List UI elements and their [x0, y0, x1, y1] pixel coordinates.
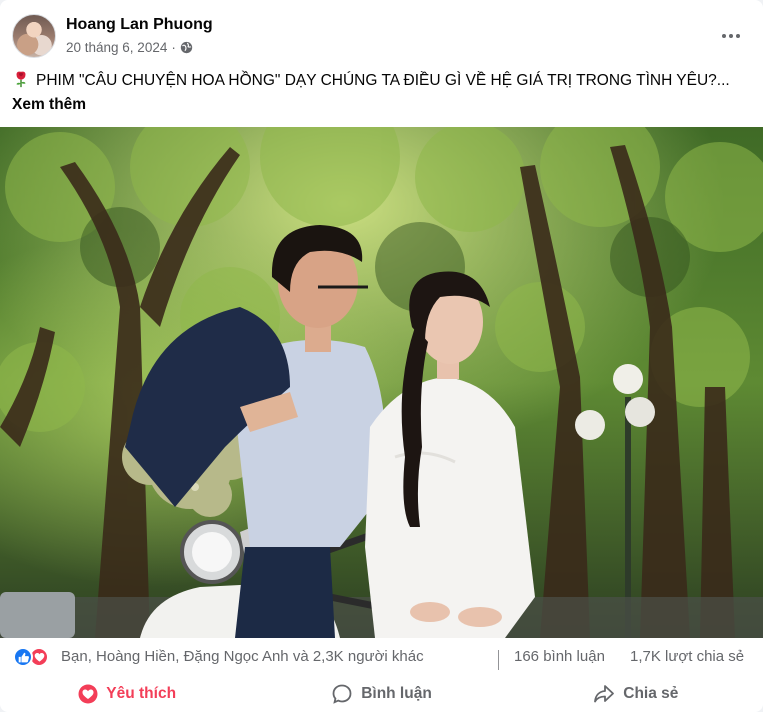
post-text: PHIM "CÂU CHUYỆN HOA HỒNG" DẠY CHÚNG TA … [12, 69, 752, 117]
reactions-bar: Bạn, Hoàng Hiền, Đặng Ngọc Anh và 2,3K n… [0, 638, 763, 676]
share-icon [594, 685, 615, 703]
reactions-summary[interactable]: Bạn, Hoàng Hiền, Đặng Ngọc Anh và 2,3K n… [61, 648, 424, 665]
like-label: Yêu thích [106, 685, 177, 702]
post-card: Hoang Lan Phuong 20 tháng 6, 2024 · PHIM… [0, 0, 763, 712]
post-header: Hoang Lan Phuong 20 tháng 6, 2024 · [0, 0, 763, 68]
see-more-link[interactable]: Xem thêm [12, 96, 86, 113]
share-label: Chia sẻ [623, 685, 679, 702]
post-body: PHIM "CÂU CHUYỆN HOA HỒNG" DẠY CHÚNG TA … [36, 72, 730, 89]
post-photo[interactable] [0, 127, 763, 638]
like-button[interactable]: Yêu thích [0, 676, 254, 712]
comment-label: Bình luận [361, 685, 432, 702]
share-button[interactable]: Chia sẻ [509, 676, 763, 712]
share-count[interactable]: 1,7K lượt chia sẻ [630, 648, 744, 665]
post-date[interactable]: 20 tháng 6, 2024 [66, 40, 167, 55]
post-meta: 20 tháng 6, 2024 · [66, 40, 193, 55]
like-icon [13, 647, 33, 667]
counts-divider [498, 650, 499, 670]
post-actions: Yêu thích Bình luận Chia sẻ [0, 676, 763, 712]
more-icon-dot [736, 34, 740, 38]
globe-icon[interactable] [180, 41, 193, 54]
reaction-icons[interactable] [13, 647, 55, 667]
more-icon-dot [729, 34, 733, 38]
meta-separator: · [171, 40, 176, 55]
author-name[interactable]: Hoang Lan Phuong [66, 16, 213, 34]
love-filled-icon [78, 684, 98, 704]
couple-photo [0, 127, 763, 638]
comment-count[interactable]: 166 bình luận [514, 648, 605, 665]
more-icon-dot [722, 34, 726, 38]
more-options-button[interactable] [713, 20, 749, 52]
comment-button[interactable]: Bình luận [254, 676, 508, 712]
author-avatar[interactable] [12, 14, 56, 58]
rose-icon [16, 71, 26, 88]
comment-icon [332, 684, 352, 704]
